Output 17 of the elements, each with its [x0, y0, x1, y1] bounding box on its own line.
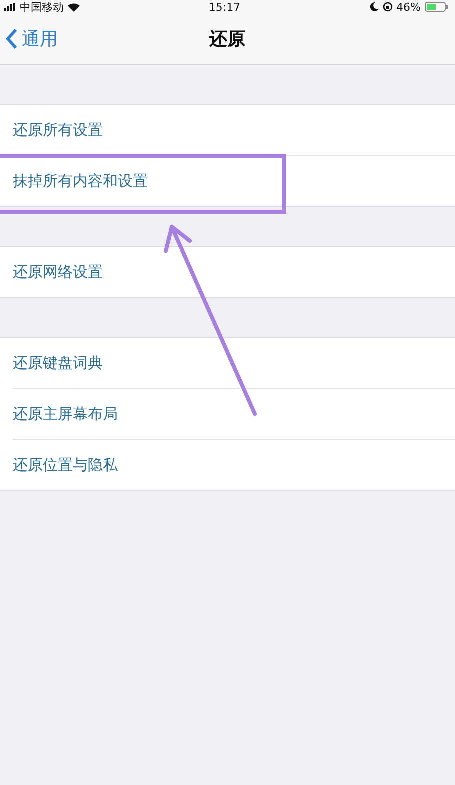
settings-item[interactable]: 还原网络设置 [13, 262, 103, 282]
settings-item[interactable]: 还原位置与隐私 [13, 456, 118, 474]
back-button[interactable]: 通用 [0, 27, 64, 51]
page-title: 还原 [210, 28, 246, 51]
moon-icon [370, 2, 379, 12]
wifi-icon [68, 2, 80, 12]
chevron-left-icon [6, 28, 18, 50]
settings-item[interactable]: 还原主屏幕布局 [13, 404, 118, 424]
settings-item[interactable]: 抹掉所有内容和设置 [13, 172, 148, 190]
signal-icon [4, 3, 16, 11]
settings-item[interactable]: 还原键盘词典 [13, 354, 103, 372]
battery-percent: 46% [396, 2, 421, 12]
settings-item[interactable]: 还原所有设置 [13, 120, 103, 140]
clock-time: 15:17 [208, 2, 241, 12]
lock-rotation-icon [382, 2, 393, 12]
carrier-name: 中国移动 [20, 2, 64, 12]
battery-icon [425, 2, 449, 12]
